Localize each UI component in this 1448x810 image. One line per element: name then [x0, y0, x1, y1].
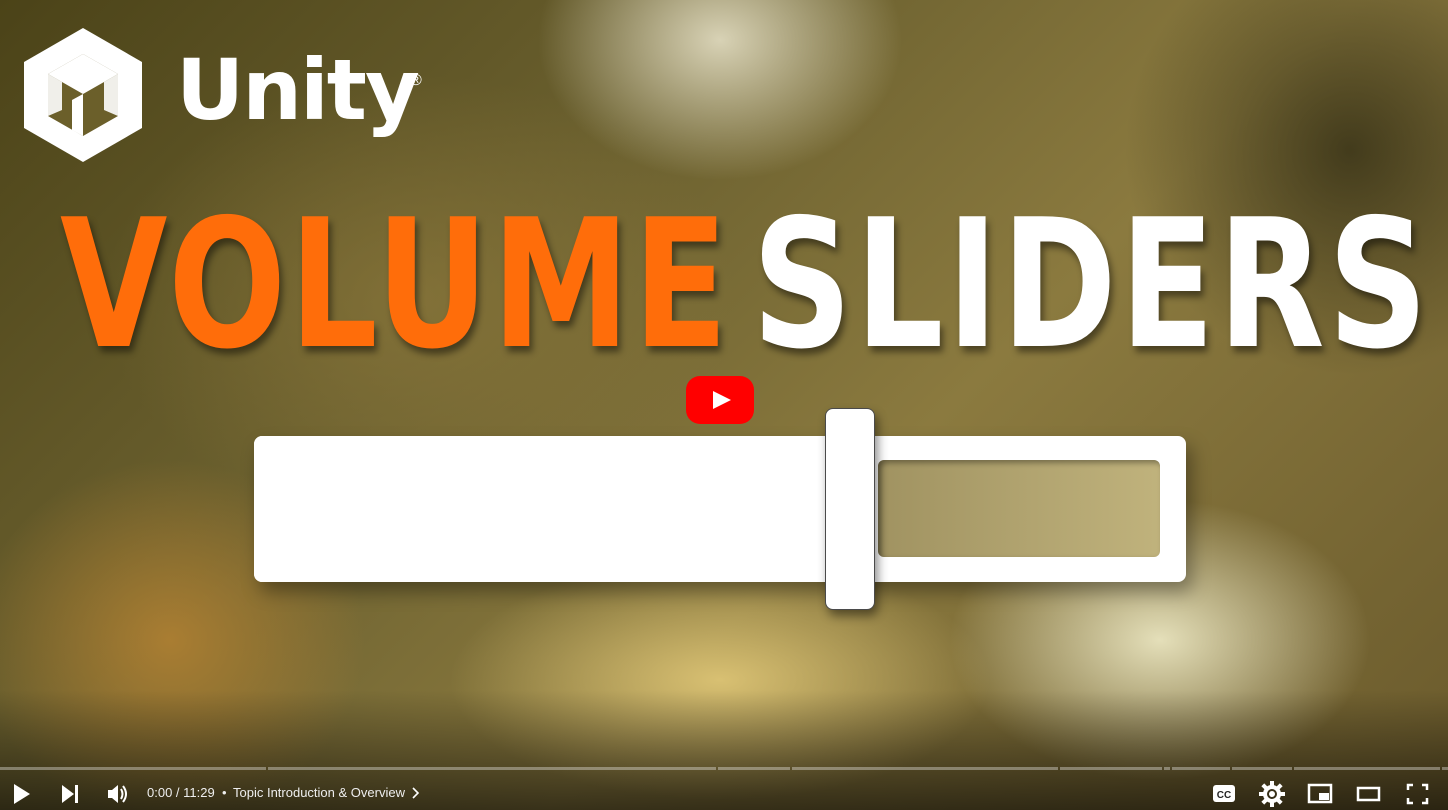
next-button[interactable]: [48, 770, 96, 810]
slider-illustration-track: [254, 436, 1186, 582]
svg-text:CC: CC: [1217, 790, 1231, 801]
chevron-right-icon[interactable]: [408, 784, 422, 802]
video-player[interactable]: Unity ® VOLUME SLIDERS 0:00 / 11:29 • To…: [0, 0, 1448, 810]
time-display: 0:00 / 11:29: [147, 785, 215, 800]
theater-mode-icon: [1356, 786, 1381, 802]
miniplayer-button[interactable]: [1296, 770, 1344, 810]
miniplayer-icon: [1307, 783, 1333, 804]
control-bar: 0:00 / 11:29 • Topic Introduction & Over…: [0, 770, 1448, 810]
title-word-volume: VOLUME: [60, 181, 732, 388]
fullscreen-button[interactable]: [1394, 770, 1442, 810]
chapter-separator-dot: •: [222, 785, 227, 800]
chapter-title-button[interactable]: Topic Introduction & Overview: [233, 770, 405, 810]
slider-illustration-fill: [254, 436, 851, 582]
registered-mark: ®: [410, 72, 422, 89]
volume-icon: [108, 785, 127, 803]
slider-illustration-empty-area: [878, 460, 1160, 557]
slider-illustration-knob: [825, 408, 876, 610]
play-button[interactable]: [0, 770, 48, 810]
unity-logo-icon: [24, 28, 142, 162]
unity-wordmark: Unity: [176, 41, 420, 139]
subtitles-button[interactable]: CC: [1200, 770, 1248, 810]
volume-button[interactable]: [96, 770, 144, 810]
settings-icon: [1259, 781, 1285, 807]
next-icon: [62, 785, 78, 803]
title-word-sliders: SLIDERS: [752, 181, 1431, 388]
large-play-button[interactable]: [686, 376, 754, 424]
play-icon: [713, 391, 731, 409]
fullscreen-icon: [1406, 783, 1429, 805]
video-thumbnail[interactable]: Unity ® VOLUME SLIDERS: [0, 0, 1448, 810]
theater-mode-button[interactable]: [1344, 770, 1392, 810]
subtitles-icon: CC: [1213, 785, 1235, 802]
settings-button[interactable]: [1248, 770, 1296, 810]
play-icon: [14, 784, 30, 804]
